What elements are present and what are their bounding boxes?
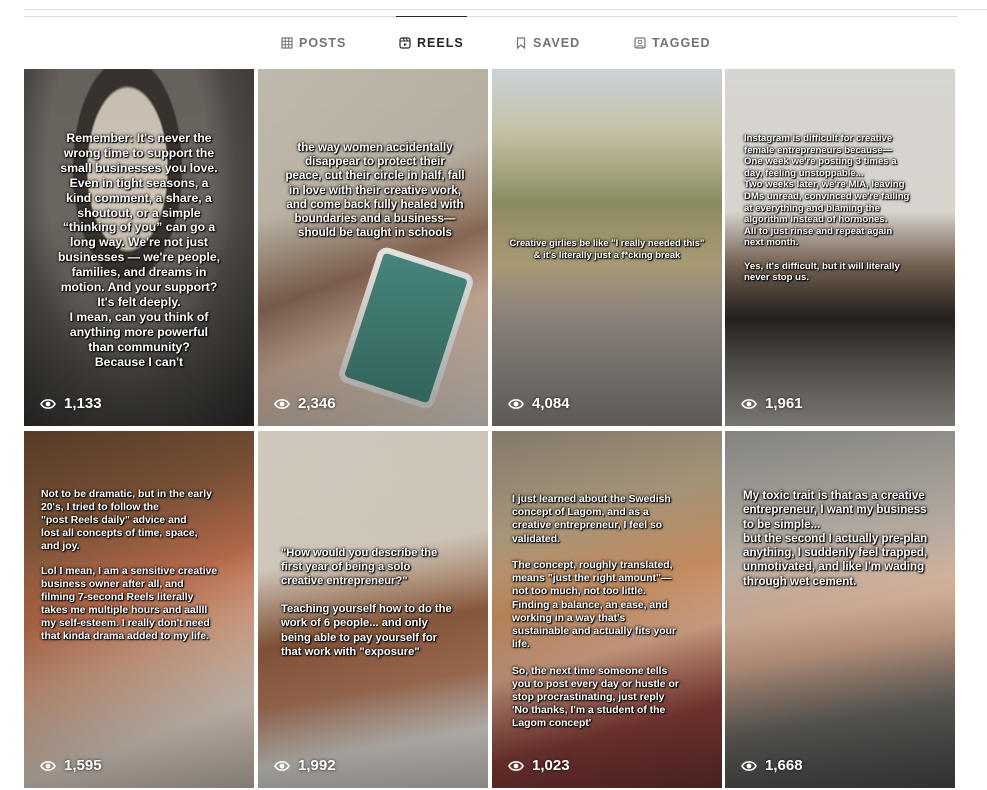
- view-count-label: 1,133: [64, 395, 102, 412]
- tab-posts-label: POSTS: [299, 36, 347, 50]
- reel-caption: "How would you describe the first year o…: [281, 547, 452, 658]
- reel-tile-4[interactable]: Instagram is difficult for creative fema…: [725, 69, 955, 426]
- tag-user-icon: [634, 37, 646, 49]
- view-count: 2,346: [274, 395, 336, 412]
- profile-tabs: POSTS REELS SAVED TAGGED: [0, 16, 987, 69]
- eye-icon: [741, 398, 757, 409]
- reel-caption: I just learned about the Swedish concept…: [512, 494, 679, 730]
- reel-tile-3[interactable]: Creative girlies be like "I really neede…: [492, 69, 722, 426]
- reel-shade: [258, 69, 488, 426]
- eye-icon: [40, 760, 56, 771]
- tab-tagged-label: TAGGED: [652, 36, 711, 50]
- view-count: 1,595: [40, 757, 102, 774]
- reel-caption: Not to be dramatic, but in the early 20'…: [41, 489, 218, 642]
- eye-icon: [508, 760, 524, 771]
- reel-caption: Remember: It's never the wrong time to s…: [57, 131, 221, 369]
- reel-caption: My toxic trait is that as a creative ent…: [743, 489, 928, 588]
- view-count: 1,133: [40, 395, 102, 412]
- reel-caption: Creative girlies be like "I really neede…: [509, 237, 705, 260]
- reel-caption: the way women accidentally disappear to …: [285, 141, 465, 240]
- view-count: 1,023: [508, 757, 570, 774]
- eye-icon: [274, 398, 290, 409]
- view-count-label: 4,084: [532, 395, 570, 412]
- reel-tile-8[interactable]: My toxic trait is that as a creative ent…: [725, 431, 955, 788]
- eye-icon: [274, 760, 290, 771]
- view-count-label: 1,668: [765, 757, 803, 774]
- reel-caption: Instagram is difficult for creative fema…: [744, 133, 910, 284]
- reels-icon: [399, 37, 411, 49]
- top-divider: [24, 0, 987, 10]
- tab-posts[interactable]: POSTS: [281, 17, 346, 69]
- view-count-label: 1,023: [532, 757, 570, 774]
- reel-tile-7[interactable]: I just learned about the Swedish concept…: [492, 431, 722, 788]
- tab-saved[interactable]: SAVED: [515, 17, 580, 69]
- reel-shade: [725, 431, 955, 788]
- reel-tile-5[interactable]: Not to be dramatic, but in the early 20'…: [24, 431, 254, 788]
- view-count: 1,992: [274, 757, 336, 774]
- view-count-label: 1,992: [298, 757, 336, 774]
- eye-icon: [508, 398, 524, 409]
- view-count: 1,668: [741, 757, 803, 774]
- eye-icon: [40, 398, 56, 409]
- reels-grid: Remember: It's never the wrong time to s…: [24, 69, 958, 790]
- tab-reels[interactable]: REELS: [396, 16, 467, 69]
- view-count: 4,084: [508, 395, 570, 412]
- reel-tile-1[interactable]: Remember: It's never the wrong time to s…: [24, 69, 254, 426]
- eye-icon: [741, 760, 757, 771]
- tab-tagged[interactable]: TAGGED: [634, 17, 711, 69]
- tab-reels-label: REELS: [417, 36, 464, 50]
- grid-icon: [281, 37, 293, 49]
- reel-tile-6[interactable]: "How would you describe the first year o…: [258, 431, 488, 788]
- view-count-label: 1,595: [64, 757, 102, 774]
- view-count-label: 2,346: [298, 395, 336, 412]
- bookmark-icon: [516, 37, 526, 49]
- view-count-label: 1,961: [765, 395, 803, 412]
- reel-tile-2[interactable]: the way women accidentally disappear to …: [258, 69, 488, 426]
- tab-saved-label: SAVED: [533, 36, 581, 50]
- view-count: 1,961: [741, 395, 803, 412]
